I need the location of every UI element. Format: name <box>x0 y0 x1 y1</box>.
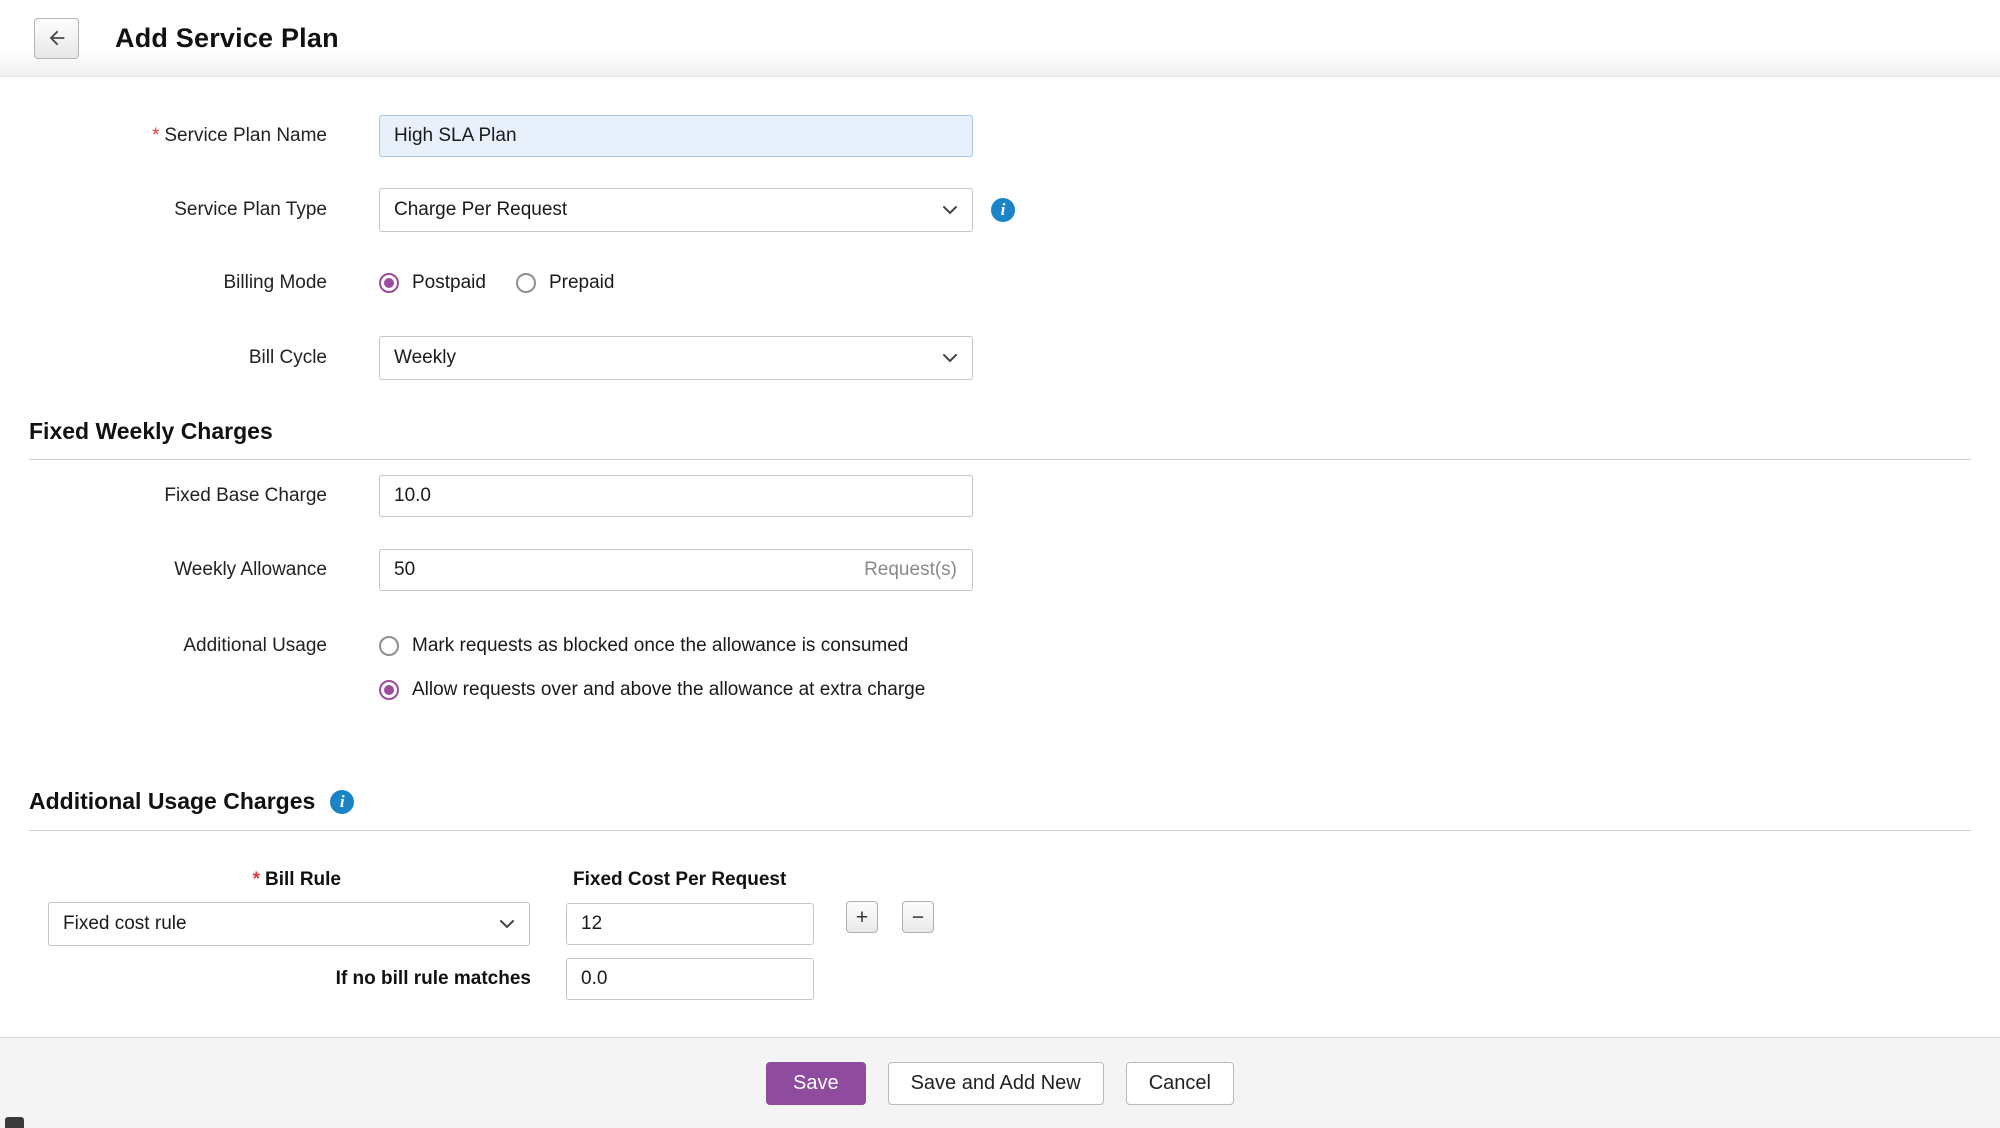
service-plan-name-input[interactable] <box>379 115 973 157</box>
page-title: Add Service Plan <box>115 22 339 53</box>
bill-cycle-row: Bill Cycle Weekly <box>0 336 2000 380</box>
billing-mode-option-postpaid[interactable]: Postpaid <box>379 261 486 305</box>
fixed-cost-column-label: Fixed Cost Per Request <box>573 869 787 890</box>
bill-rule-control: Fixed cost rule <box>48 902 530 946</box>
billing-mode-row: Billing Mode Postpaid Prepaid <box>0 261 2000 305</box>
no-rule-match-label: If no bill rule matches <box>335 968 531 989</box>
selected-value: Weekly <box>394 347 456 368</box>
radio-icon <box>379 680 399 700</box>
service-plan-name-row: * Service Plan Name <box>0 114 2000 158</box>
chevron-down-icon <box>942 347 958 369</box>
section-divider <box>29 459 1971 460</box>
bill-cycle-control: Weekly <box>379 336 973 380</box>
back-button[interactable] <box>34 17 79 59</box>
weekly-allowance-row: Weekly Allowance Request(s) <box>0 548 2000 592</box>
required-asterisk: * <box>151 125 160 146</box>
no-rule-match-input[interactable] <box>566 958 814 1000</box>
selected-value: Fixed cost rule <box>63 913 187 934</box>
fixed-base-charge-label: Fixed Base Charge <box>164 485 327 506</box>
header: Add Service Plan <box>0 0 2000 77</box>
fixed-base-charge-input[interactable] <box>379 475 973 517</box>
label-text: Service Plan Name <box>164 125 327 146</box>
fixed-base-charge-control <box>379 474 973 518</box>
radio-icon <box>515 273 536 293</box>
bill-rule-select[interactable]: Fixed cost rule <box>48 902 530 946</box>
fixed-weekly-charges-heading: Fixed Weekly Charges <box>29 418 273 444</box>
additional-usage-option-block[interactable]: Mark requests as blocked once the allowa… <box>379 624 908 668</box>
weekly-allowance-label: Weekly Allowance <box>174 559 327 580</box>
save-button[interactable]: Save <box>766 1061 866 1105</box>
additional-usage-charges-heading-group: Additional Usage Charges i <box>29 788 355 815</box>
back-arrow-icon <box>49 30 64 46</box>
footer-bar: Save Save and Add New Cancel <box>0 1038 2000 1128</box>
weekly-allowance-control: Request(s) <box>379 548 973 592</box>
fixed-base-charge-row: Fixed Base Charge <box>0 474 2000 518</box>
label-text: Bill Rule <box>264 869 341 890</box>
radio-option-label: Prepaid <box>548 272 615 293</box>
add-rule-button[interactable]: + <box>846 901 878 933</box>
fixed-cost-control <box>566 902 814 946</box>
radio-option-label: Postpaid <box>412 272 486 293</box>
add-service-plan-page: Add Service Plan *Service Plan Name Serv… <box>0 0 2000 1128</box>
chevron-down-icon <box>499 913 515 935</box>
additional-usage-row: Additional Usage Mark requests as blocke… <box>0 624 2000 668</box>
radio-icon <box>379 636 399 656</box>
additional-usage-option-allow[interactable]: Allow requests over and above the allowa… <box>379 668 925 712</box>
billing-mode-label: Billing Mode <box>223 272 328 293</box>
chevron-down-icon <box>942 199 958 221</box>
remove-rule-button[interactable]: − <box>902 901 934 933</box>
required-asterisk: * <box>252 869 260 890</box>
radio-option-label: Allow requests over and above the allowa… <box>412 679 926 700</box>
billing-mode-option-prepaid[interactable]: Prepaid <box>515 261 615 305</box>
weekly-allowance-input[interactable] <box>379 549 973 591</box>
radio-icon <box>379 273 399 293</box>
info-icon[interactable]: i <box>330 789 355 814</box>
info-icon[interactable]: i <box>991 198 1015 222</box>
corner-fragment <box>5 1117 24 1128</box>
additional-usage-label: Additional Usage <box>183 635 327 656</box>
save-and-add-new-button[interactable]: Save and Add New <box>887 1061 1104 1105</box>
billing-mode-radio-group: Postpaid Prepaid <box>379 261 614 305</box>
bill-cycle-label: Bill Cycle <box>248 347 327 368</box>
service-plan-name-label: * Service Plan Name <box>0 114 327 158</box>
service-plan-type-select[interactable]: Charge Per Request <box>379 188 973 232</box>
additional-usage-row-2: Allow requests over and above the allowa… <box>0 668 2000 712</box>
section-divider <box>29 830 1971 831</box>
additional-usage-charges-heading: Additional Usage Charges <box>29 788 316 814</box>
service-plan-name-control <box>379 114 973 158</box>
radio-option-label: Mark requests as blocked once the allowa… <box>412 635 909 656</box>
bill-rule-column-label: * Bill Rule <box>0 858 341 902</box>
service-plan-type-label: Service Plan Type <box>174 199 327 220</box>
fixed-cost-input[interactable] <box>566 903 814 945</box>
bill-cycle-select[interactable]: Weekly <box>379 336 973 380</box>
cancel-button[interactable]: Cancel <box>1125 1061 1234 1105</box>
selected-value: Charge Per Request <box>394 199 568 220</box>
no-rule-match-control <box>566 957 814 1001</box>
service-plan-type-row: Service Plan Type Charge Per Request i <box>0 188 2000 232</box>
service-plan-type-control: Charge Per Request <box>379 188 973 232</box>
